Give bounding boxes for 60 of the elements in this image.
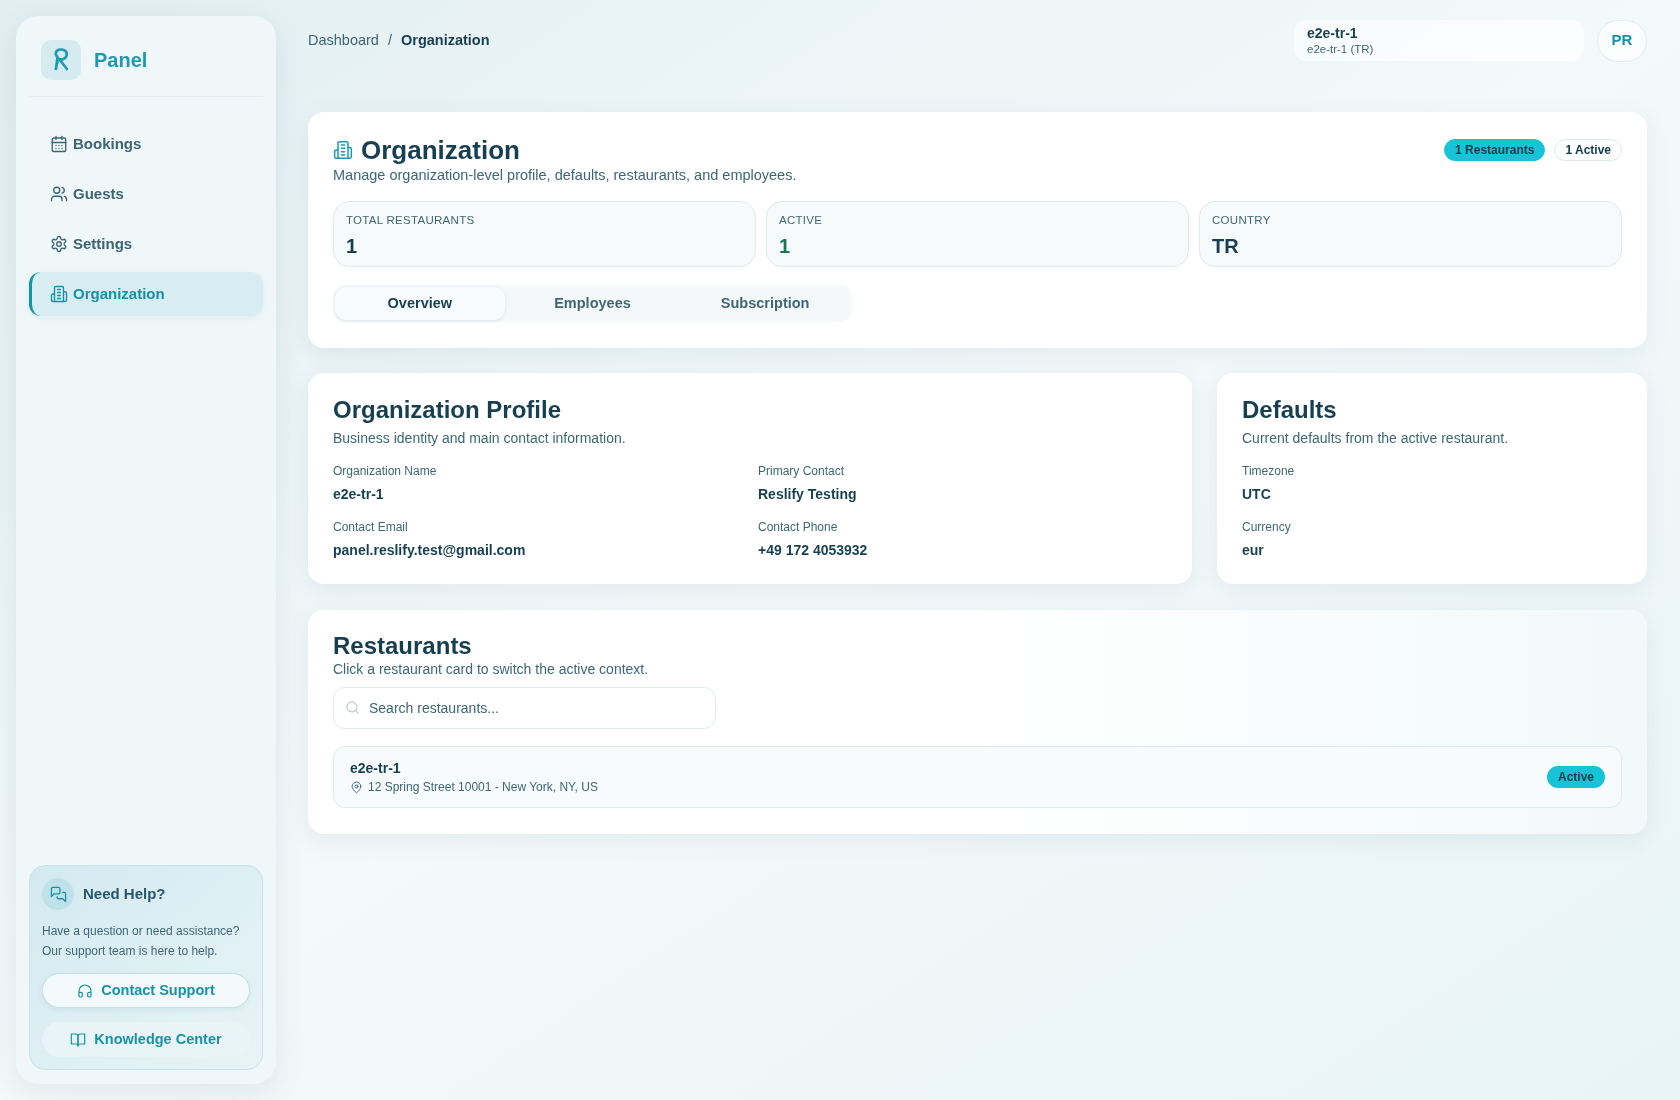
field-label: Contact Phone xyxy=(758,519,839,535)
card-subtitle: Current defaults from the active restaurant. xyxy=(1242,429,1510,447)
chat-icon xyxy=(42,878,74,910)
count-badge: 1 Active xyxy=(1554,139,1622,161)
help-title: Need Help? xyxy=(83,883,166,904)
stat-label: COUNTRY xyxy=(1212,213,1272,228)
people-icon xyxy=(50,185,68,203)
calendar-icon xyxy=(50,135,68,153)
field-label: Organization Name xyxy=(333,463,438,479)
field-label: Timezone xyxy=(1242,463,1296,479)
field-value: eur xyxy=(1242,541,1265,559)
search-field[interactable]: Search restaurants... xyxy=(333,687,716,729)
nav-item[interactable]: Settings xyxy=(29,222,263,266)
count-badge: 1 Restaurants xyxy=(1444,139,1546,161)
stat-label: ACTIVE xyxy=(779,213,824,228)
card-subtitle: Business identity and main contact information. xyxy=(333,429,627,447)
context-switcher[interactable]: e2e-tr-1 e2e-tr-1 (TR) xyxy=(1294,20,1584,61)
field-label: Contact Email xyxy=(333,519,409,535)
tab[interactable]: Subscription xyxy=(680,287,850,320)
card-subtitle: Click a restaurant card to switch the active context. xyxy=(333,660,650,678)
book-icon xyxy=(70,1031,87,1048)
stat-value: TR xyxy=(1212,234,1240,258)
field-value: e2e-tr-1 xyxy=(333,485,385,503)
help-text: Have a question or need assistance? Our support team is here to help. xyxy=(42,923,241,960)
status-badge: Active xyxy=(1546,766,1605,788)
search-icon xyxy=(345,700,360,715)
location-pin-icon xyxy=(350,780,363,794)
breadcrumb-separator: / xyxy=(387,30,392,50)
nav-item[interactable]: Guests xyxy=(29,172,263,216)
field-value: UTC xyxy=(1242,485,1272,503)
brand-name: Panel xyxy=(94,48,148,73)
stat-value: 1 xyxy=(779,234,792,258)
headphones-icon xyxy=(77,982,94,999)
field-value: +49 172 4053932 xyxy=(758,541,869,559)
nav-item[interactable]: Organization xyxy=(29,272,263,316)
restaurant-name: e2e-tr-1 xyxy=(350,759,402,777)
stat-value: 1 xyxy=(346,234,359,258)
field-label: Currency xyxy=(1242,519,1292,535)
restaurant-card[interactable]: e2e-tr-1 12 Spring Street 10001 - New York, NY, US Active xyxy=(333,746,1622,808)
breadcrumb-current: Organization xyxy=(400,30,490,50)
avatar-button[interactable]: PR xyxy=(1597,19,1647,62)
building-icon xyxy=(50,285,68,303)
stat-label: TOTAL RESTAURANTS xyxy=(346,213,476,228)
building-icon xyxy=(333,140,353,160)
contact-support-button[interactable]: Contact Support xyxy=(42,973,250,1008)
field-label: Primary Contact xyxy=(758,463,846,479)
field-value: Reslify Testing xyxy=(758,485,858,503)
field-value: panel.reslify.test@gmail.com xyxy=(333,541,527,559)
card-title: Organization Profile xyxy=(333,396,563,424)
breadcrumb-link[interactable]: Dashboard xyxy=(308,29,379,52)
restaurant-address: 12 Spring Street 10001 - New York, NY, US xyxy=(368,779,598,795)
page-title: Organization xyxy=(361,137,520,163)
tab[interactable]: Overview xyxy=(335,287,505,320)
tab[interactable]: Employees xyxy=(507,287,678,320)
page-subtitle: Manage organization-level profile, defaults, restaurants, and employees. xyxy=(333,166,798,184)
card-title: Defaults xyxy=(1242,396,1338,424)
card-title: Restaurants xyxy=(333,632,473,660)
settings-icon xyxy=(50,235,68,253)
logo-icon xyxy=(41,40,81,80)
nav-item[interactable]: Bookings xyxy=(29,122,263,166)
